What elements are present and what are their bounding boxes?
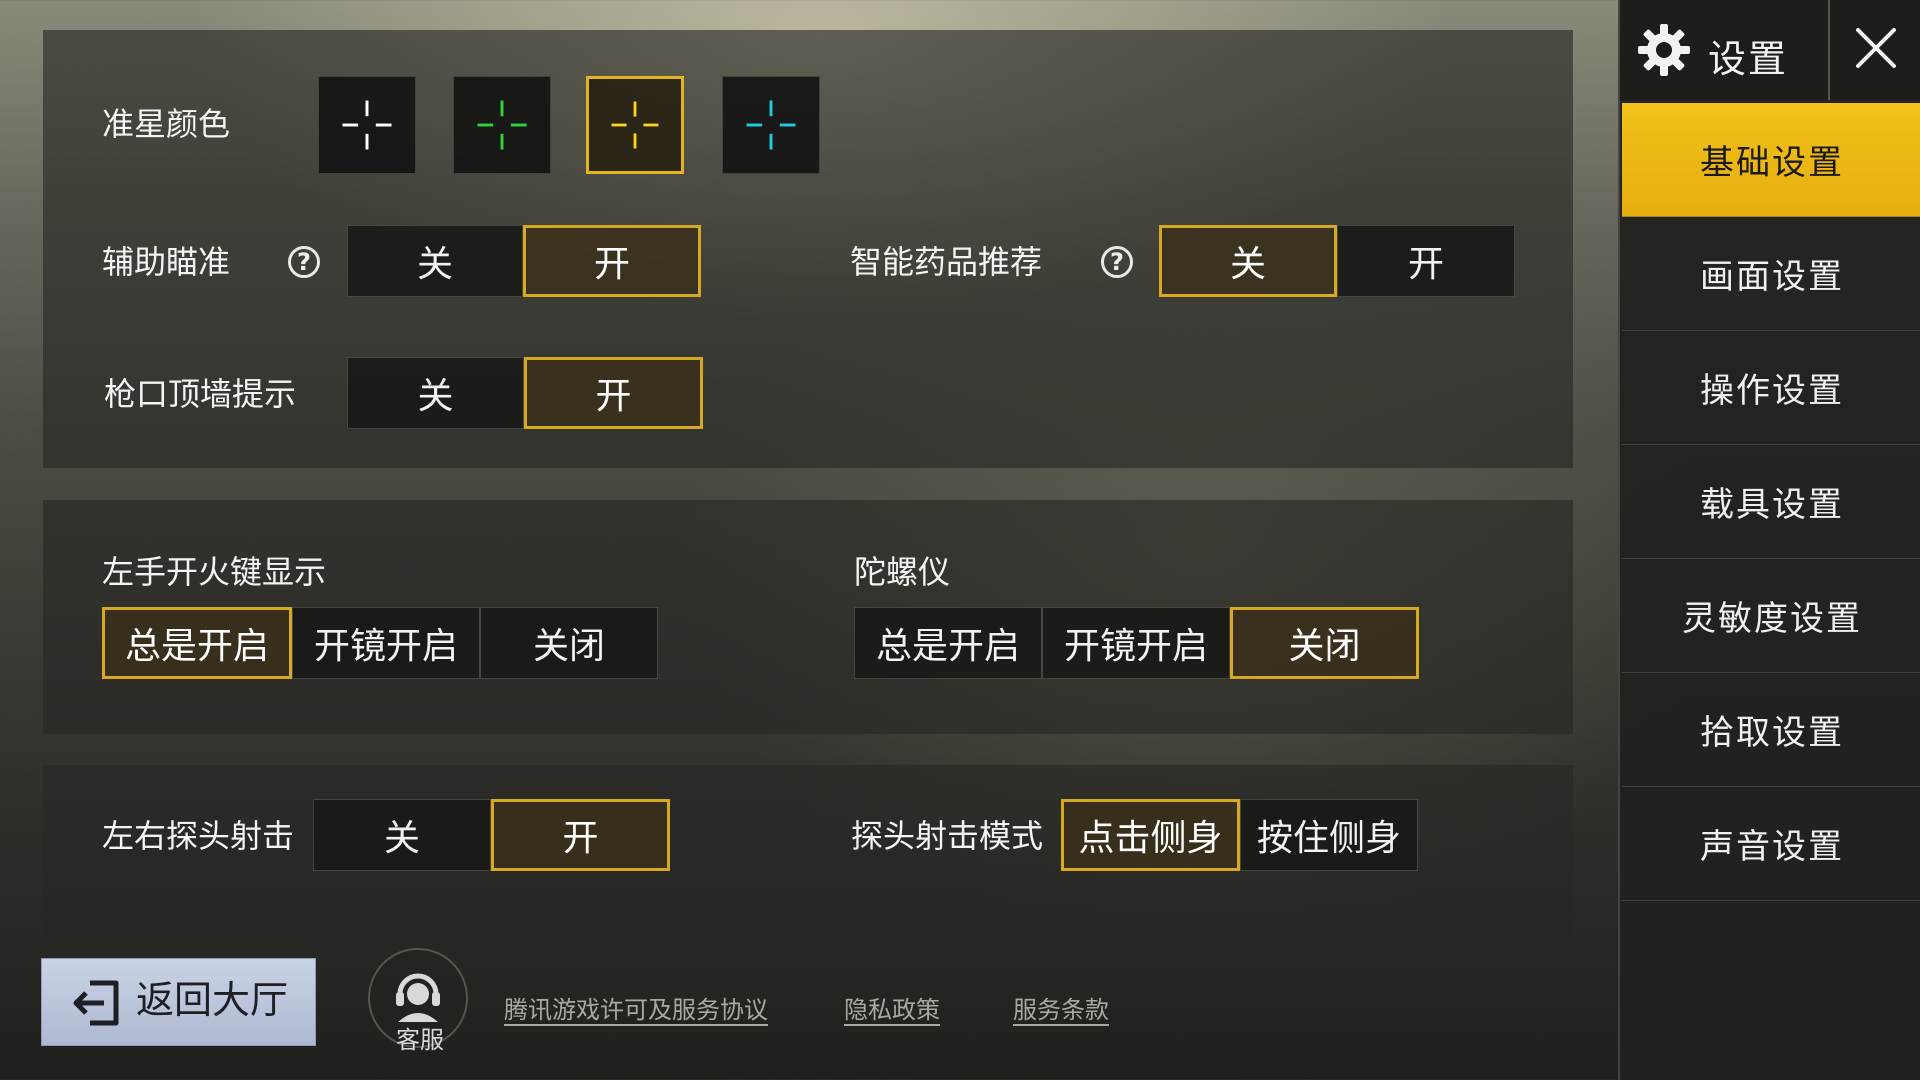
aim-assist-help-icon[interactable]: ? (288, 246, 320, 278)
aim-assist-label: 辅助瞄准 (102, 243, 231, 281)
left-fire-label: 左手开火键显示 (102, 553, 327, 591)
sidebar-item-sensitivity[interactable]: 灵敏度设置 (1622, 559, 1920, 673)
peek-fire-on-button[interactable]: 开 (491, 799, 670, 871)
peek-mode-tap-button[interactable]: 点击侧身 (1061, 799, 1240, 871)
gyroscope-always-button[interactable]: 总是开启 (854, 607, 1042, 679)
crosshair-icon (342, 100, 392, 150)
back-to-lobby-button[interactable]: 返回大厅 (41, 958, 316, 1046)
gyroscope-scope-button[interactable]: 开镜开启 (1042, 607, 1230, 679)
customer-service-button[interactable]: 客服 (368, 948, 468, 1052)
terms-of-service-link[interactable]: 服务条款 (1013, 990, 1109, 1025)
gear-icon (1636, 22, 1692, 78)
gyroscope-label: 陀螺仪 (854, 553, 951, 591)
exit-icon (73, 980, 119, 1026)
sidebar-header: 设置 (1620, 0, 1920, 100)
crosshair-icon (611, 101, 659, 149)
close-icon (1856, 28, 1896, 68)
sidebar-item-controls[interactable]: 操作设置 (1622, 331, 1920, 445)
crosshair-icon (477, 100, 527, 150)
customer-service-label: 客服 (396, 1026, 444, 1054)
crosshair-color-white[interactable] (318, 76, 416, 174)
left-fire-off-button[interactable]: 关闭 (480, 607, 658, 679)
muzzle-wall-label: 枪口顶墙提示 (104, 375, 297, 413)
peek-fire-off-button[interactable]: 关 (313, 799, 491, 871)
back-to-lobby-label: 返回大厅 (136, 978, 289, 1022)
sidebar-item-basic[interactable]: 基础设置 (1622, 103, 1920, 217)
aim-assist-off-button[interactable]: 关 (347, 225, 523, 297)
crosshair-color-yellow[interactable] (586, 76, 684, 174)
privacy-policy-link[interactable]: 隐私政策 (844, 990, 940, 1025)
peek-fire-label: 左右探头射击 (102, 817, 295, 855)
crosshair-color-green[interactable] (453, 76, 551, 174)
muzzle-wall-off-button[interactable]: 关 (347, 357, 524, 429)
close-button[interactable] (1828, 0, 1920, 100)
smart-meds-label: 智能药品推荐 (850, 243, 1043, 281)
left-fire-always-button[interactable]: 总是开启 (102, 607, 292, 679)
settings-title: 设置 (1708, 37, 1789, 81)
crosshair-color-label: 准星颜色 (102, 105, 231, 143)
crosshair-color-cyan[interactable] (722, 76, 820, 174)
crosshair-icon (746, 100, 796, 150)
left-fire-scope-button[interactable]: 开镜开启 (292, 607, 480, 679)
aim-assist-on-button[interactable]: 开 (523, 225, 701, 297)
settings-sidebar: 设置 基础设置 画面设置 操作设置 载具设置 灵敏度设置 拾取设置 声音设置 (1618, 0, 1920, 1080)
license-agreement-link[interactable]: 腾讯游戏许可及服务协议 (504, 990, 768, 1025)
sidebar-item-vehicle[interactable]: 载具设置 (1622, 445, 1920, 559)
peek-mode-label: 探头射击模式 (851, 817, 1044, 855)
sidebar-item-pickup[interactable]: 拾取设置 (1622, 673, 1920, 787)
sidebar-item-graphics[interactable]: 画面设置 (1622, 217, 1920, 331)
smart-meds-help-icon[interactable]: ? (1101, 246, 1133, 278)
muzzle-wall-on-button[interactable]: 开 (524, 357, 703, 429)
smart-meds-off-button[interactable]: 关 (1159, 225, 1337, 297)
gyroscope-off-button[interactable]: 关闭 (1230, 607, 1419, 679)
smart-meds-on-button[interactable]: 开 (1337, 225, 1515, 297)
sidebar-item-audio[interactable]: 声音设置 (1622, 787, 1920, 901)
peek-mode-hold-button[interactable]: 按住侧身 (1240, 799, 1418, 871)
